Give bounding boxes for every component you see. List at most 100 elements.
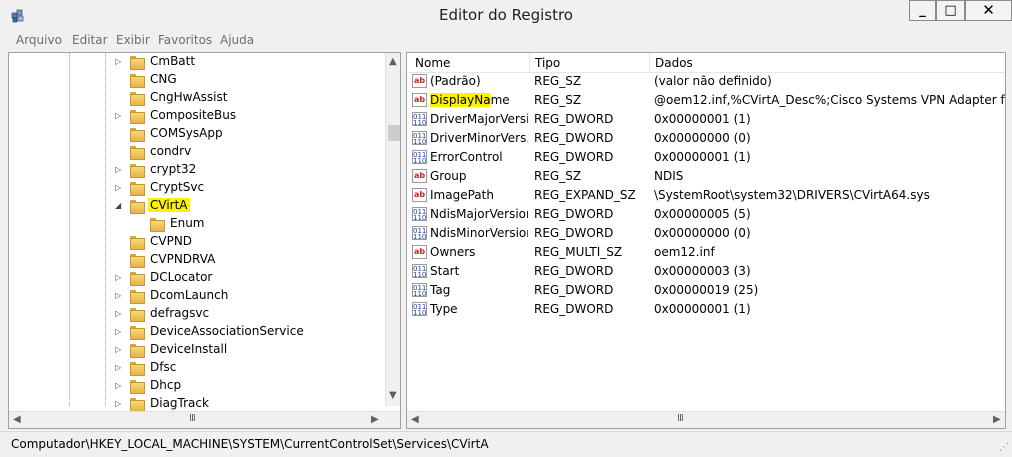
tree-item[interactable]: ▷ DeviceInstall — [9, 341, 384, 359]
key-tree-pane[interactable]: ▷ CmBatt CNG CngHwAssist ▷ CompositeBus COMSys… — [8, 52, 401, 429]
tree-item[interactable]: ▷ CryptSvc — [9, 179, 384, 197]
scroll-right-arrow[interactable]: ▶ — [993, 414, 1001, 425]
scroll-left-arrow[interactable]: ◀ — [411, 414, 419, 425]
folder-icon — [129, 379, 145, 394]
tree-item[interactable]: condrv — [9, 143, 384, 161]
expand-arrow-icon[interactable]: ▷ — [115, 165, 124, 175]
expand-arrow-icon[interactable]: ▷ — [115, 363, 124, 373]
tree-item-label: defragsvc — [150, 306, 210, 320]
tree-item[interactable]: CngHwAssist — [9, 89, 384, 107]
value-data: 0x00000001 (1) — [654, 302, 751, 316]
tree-item-label: DeviceInstall — [150, 342, 228, 356]
scroll-up-arrow[interactable]: ▲ — [389, 56, 397, 67]
column-header-nome[interactable]: Nome — [415, 56, 450, 70]
tree-vertical-scrollbar[interactable]: ▲ ▼ — [385, 53, 400, 406]
expand-arrow-icon[interactable]: ▷ — [115, 345, 124, 355]
expand-arrow-icon[interactable]: ▷ — [115, 183, 124, 193]
menu-ajuda[interactable]: Ajuda — [220, 33, 254, 47]
window-title: Editor do Registro — [438, 6, 573, 24]
tree-item[interactable]: CVPND — [9, 233, 384, 251]
folder-icon — [129, 325, 145, 340]
column-header-dados[interactable]: Dados — [655, 56, 693, 70]
value-row[interactable]: 011 110DriverMajorVersi... REG_DWORD 0x000… — [407, 110, 1005, 129]
tree-item[interactable]: ▷ Dfsc — [9, 359, 384, 377]
tree-item-label: DCLocator — [150, 270, 213, 284]
menu-arquivo[interactable]: Arquivo — [16, 33, 62, 47]
folder-icon — [129, 91, 145, 106]
expand-arrow-icon[interactable]: ▷ — [115, 327, 124, 337]
value-data: 0x00000019 (25) — [654, 283, 759, 297]
menu-exibir[interactable]: Exibir — [116, 33, 150, 47]
tree-item-label: COMSysApp — [150, 126, 223, 140]
menu-editar[interactable]: Editar — [72, 33, 108, 47]
expand-arrow-icon[interactable]: ▷ — [115, 273, 124, 283]
tree-item[interactable]: ◢ CVirtA — [9, 197, 384, 215]
menu-favoritos[interactable]: Favoritos — [158, 33, 212, 47]
column-divider[interactable] — [529, 53, 530, 73]
dword-value-icon: 011 110 — [412, 264, 427, 279]
folder-icon — [129, 289, 145, 304]
list-horizontal-scrollbar[interactable]: ◀ III ▶ — [407, 411, 1005, 428]
value-row[interactable]: 011 110 ErrorControl REG_DWORD 0x00000001 (… — [407, 148, 1005, 167]
value-row[interactable]: 011 110 DriverMinorVers... REG_DWORD 0x0000… — [407, 129, 1005, 148]
scroll-thumb-grip[interactable]: III — [677, 413, 684, 424]
expand-arrow-icon[interactable]: ▷ — [115, 309, 124, 319]
expand-arrow-icon[interactable]: ▷ — [115, 399, 124, 409]
tree-item[interactable]: COMSysApp — [9, 125, 384, 143]
value-name: NdisMajorVersion — [430, 207, 528, 221]
tree-horizontal-scrollbar[interactable]: ◀ III ▶ — [9, 411, 400, 428]
tree-item[interactable]: CNG — [9, 71, 384, 89]
collapse-arrow-icon[interactable]: ◢ — [115, 201, 124, 211]
maximize-button[interactable]: □ — [936, 0, 965, 21]
value-row[interactable]: ab Group REG_SZ NDIS — [407, 167, 1005, 186]
close-button[interactable]: ✕ — [965, 0, 1012, 21]
expand-arrow-icon[interactable]: ▷ — [115, 381, 124, 391]
value-row[interactable]: ab ImagePath REG_EXPAND_SZ \SystemRoot\syst… — [407, 186, 1005, 205]
value-row[interactable]: ab DisplayName REG_SZ @oem12.inf,%CVirtA_De… — [407, 91, 1005, 110]
value-row[interactable]: 011 110 NdisMajorVersion REG_DWORD 0x000000… — [407, 205, 1005, 224]
folder-icon — [129, 307, 145, 322]
tree-item[interactable]: ▷ DcomLaunch — [9, 287, 384, 305]
scroll-left-arrow[interactable]: ◀ — [13, 414, 21, 425]
minimize-button[interactable]: _ — [909, 0, 936, 21]
value-row[interactable]: ab Owners REG_MULTI_SZ oem12.inf — [407, 243, 1005, 262]
column-header-tipo[interactable]: Tipo — [535, 56, 560, 70]
tree-item[interactable]: ▷ defragsvc — [9, 305, 384, 323]
value-name: NdisMinorVersion — [430, 226, 528, 240]
tree-item-label: Dhcp — [150, 378, 182, 392]
column-divider[interactable] — [649, 53, 650, 73]
scroll-thumb-grip[interactable]: III — [189, 413, 196, 424]
tree-item[interactable]: ▷ crypt32 — [9, 161, 384, 179]
size-grip-icon[interactable]: ⋰ — [999, 442, 1009, 453]
folder-icon — [129, 73, 145, 88]
value-name: Owners — [430, 245, 476, 259]
status-bar: Computador\HKEY_LOCAL_MACHINE\SYSTEM\Cur… — [0, 431, 1012, 457]
value-data: 0x00000000 (0) — [654, 131, 751, 145]
folder-icon — [129, 199, 145, 214]
value-row[interactable]: 011 110 Type REG_DWORD 0x00000001 (1) — [407, 300, 1005, 319]
scroll-right-arrow[interactable]: ▶ — [371, 414, 379, 425]
scroll-thumb[interactable] — [388, 125, 400, 141]
values-list-pane[interactable]: Nome Tipo Dados ab (Padrão) REG_SZ (valor n… — [406, 52, 1006, 429]
folder-icon — [129, 145, 145, 160]
value-row[interactable]: 011 110 Tag REG_DWORD 0x00000019 (25) — [407, 281, 1005, 300]
dword-value-icon: 011 110 — [412, 207, 427, 222]
expand-arrow-icon[interactable]: ▷ — [115, 291, 124, 301]
tree-item[interactable]: ▷ DeviceAssociationService — [9, 323, 384, 341]
expand-arrow-icon[interactable]: ▷ — [115, 57, 124, 67]
value-type: REG_DWORD — [534, 207, 614, 221]
tree-item[interactable]: ▷ CmBatt — [9, 53, 384, 71]
tree-item[interactable]: CVPNDRVA — [9, 251, 384, 269]
tree-item[interactable]: ▷ Dhcp — [9, 377, 384, 395]
value-row[interactable]: 011 110 NdisMinorVersion REG_DWORD 0x000000… — [407, 224, 1005, 243]
tree-item[interactable]: ▷ DCLocator — [9, 269, 384, 287]
folder-icon — [149, 217, 165, 232]
scroll-down-arrow[interactable]: ▼ — [389, 390, 397, 401]
tree-item[interactable]: ▷ CompositeBus — [9, 107, 384, 125]
value-row[interactable]: ab (Padrão) REG_SZ (valor não definido) — [407, 72, 1005, 91]
value-data: 0x00000005 (5) — [654, 207, 751, 221]
value-row[interactable]: 011 110 Start REG_DWORD 0x00000003 (3) — [407, 262, 1005, 281]
tree-item[interactable]: Enum — [9, 215, 384, 233]
value-data: (valor não definido) — [654, 74, 772, 88]
expand-arrow-icon[interactable]: ▷ — [115, 111, 124, 121]
